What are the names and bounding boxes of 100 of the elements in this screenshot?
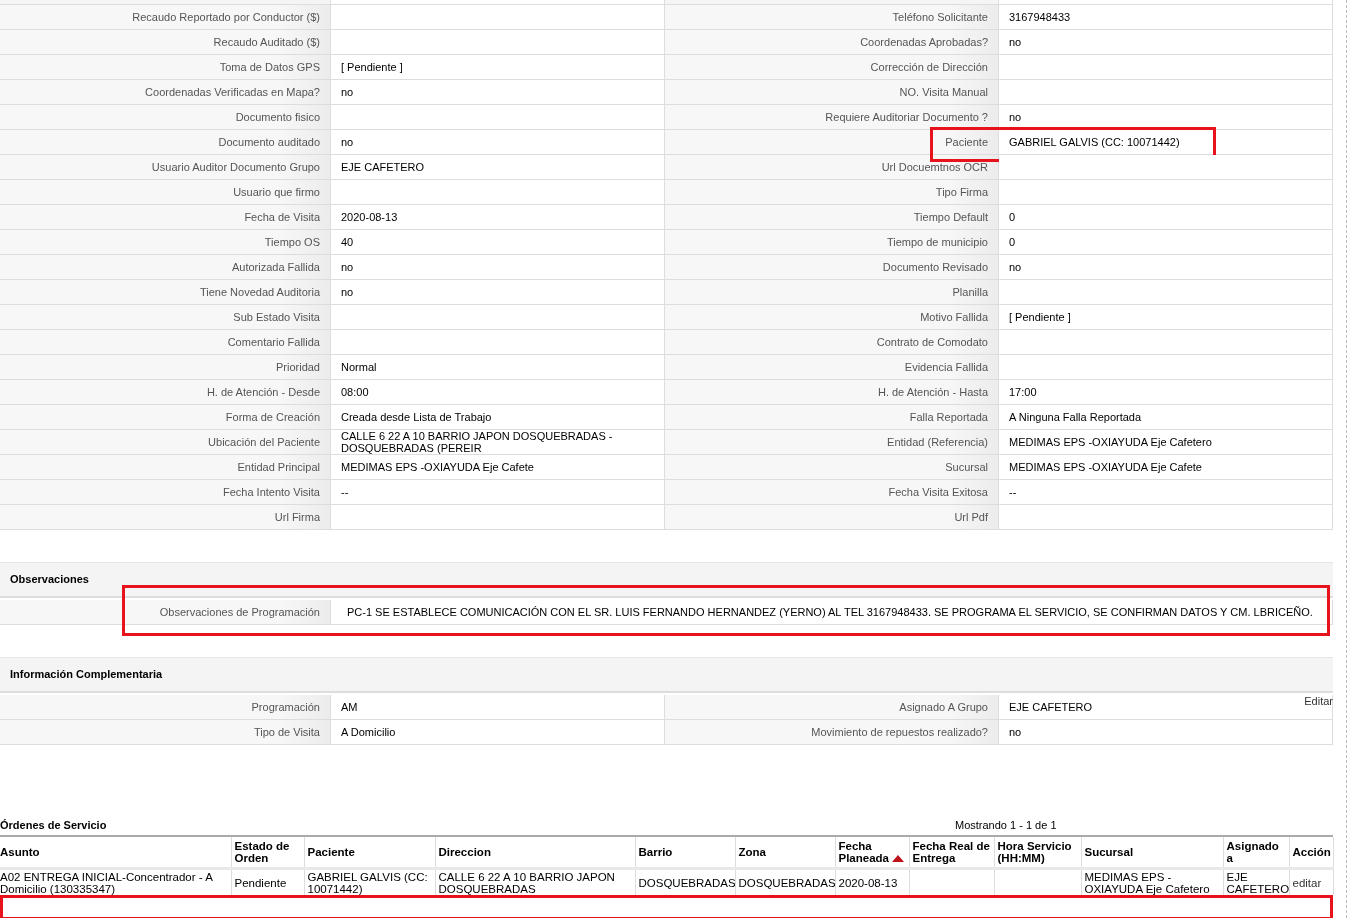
column-header[interactable]: Direccion (435, 837, 635, 869)
table-title: Órdenes de Servicio (0, 819, 108, 831)
field-label: Movimiento de repuestos realizado? (665, 720, 999, 745)
field-label: Teléfono Solicitante (665, 5, 999, 30)
field-label: Programación (0, 695, 331, 720)
field-value: MEDIMAS EPS -OXIAYUDA Eje Cafete (999, 455, 1333, 480)
field-value: no (331, 255, 665, 280)
field-label: NO. Visita Manual (665, 80, 999, 105)
field-value: Creada desde Lista de Trabajo (331, 405, 665, 430)
field-value: no (999, 255, 1333, 280)
field-value: no (331, 130, 665, 155)
field-label: Recaudo Reportado por Conductor ($) (0, 5, 331, 30)
field-label: Evidencia Fallida (665, 355, 999, 380)
column-header[interactable]: Sucursal (1081, 837, 1223, 869)
field-label: Documento fisico (0, 105, 331, 130)
field-value: 0 (999, 230, 1333, 255)
field-label: Coordenadas Aprobadas? (665, 30, 999, 55)
field-label: Usuario Auditor Documento Grupo (0, 155, 331, 180)
record-count: Mostrando 1 - 1 de 1 (955, 819, 1057, 831)
edit-link[interactable]: Editar (1304, 695, 1333, 707)
field-label: Fecha Visita Exitosa (665, 480, 999, 505)
field-value: [ Pendiente ] (999, 305, 1333, 330)
table-cell: 2020-08-13 (835, 868, 909, 895)
column-header[interactable]: Fecha Real de Entrega (909, 837, 994, 869)
field-label: Requiere Auditoriar Documento ? (665, 105, 999, 130)
column-header[interactable]: Estado de Orden (231, 837, 304, 869)
field-value: AM (331, 695, 665, 720)
field-value: 3167948433 (999, 5, 1333, 30)
field-value: CALLE 6 22 A 10 BARRIO JAPON DOSQUEBRADAS - DOSQUEBRADAS (PEREIR (331, 430, 665, 455)
field-label: Fecha Intento Visita (0, 480, 331, 505)
field-label: Tipo de Visita (0, 720, 331, 745)
field-value: [ Pendiente ] (331, 55, 665, 80)
field-label: Url Firma (0, 505, 331, 530)
field-label: Tiempo Default (665, 205, 999, 230)
table-cell: MEDIMAS EPS - OXIAYUDA Eje Cafetero (1081, 868, 1223, 895)
field-value: MEDIMAS EPS -OXIAYUDA Eje Cafetero (999, 430, 1333, 455)
field-label: Corrección de Dirección (665, 55, 999, 80)
field-label: Tiempo de municipio (665, 230, 999, 255)
field-label: Prioridad (0, 355, 331, 380)
edit-link[interactable]: editar (1292, 876, 1322, 889)
field-value: MEDIMAS EPS -OXIAYUDA Eje Cafete (331, 455, 665, 480)
field-value: 0 (999, 205, 1333, 230)
field-label: Tiempo OS (0, 230, 331, 255)
column-header[interactable]: Acción (1289, 837, 1333, 869)
field-label: Autorizada Fallida (0, 255, 331, 280)
field-label: Motivo Fallida (665, 305, 999, 330)
field-label: H. de Atención - Desde (0, 380, 331, 405)
column-header[interactable]: Zona (735, 837, 835, 869)
table-cell: EJE CAFETERO (1223, 868, 1289, 895)
column-header[interactable]: Fecha Planeada (835, 837, 909, 869)
field-label: Ubicación del Paciente (0, 430, 331, 455)
field-value: PC-1 SE ESTABLECE COMUNICACIÓN CON EL SR. LUIS FERNANDO HERNANDEZ (YERNO) AL TEL 3167948433. SE PROGRAMA EL SERVICIO, SE CONFIRMAN DATOS Y CM. LBRICEÑO. (331, 600, 1333, 625)
table-cell: GABRIEL GALVIS (CC: 10071442) (304, 868, 435, 895)
field-label: Falla Reportada (665, 405, 999, 430)
field-label: Usuario que firmo (0, 180, 331, 205)
field-label: Recaudo Auditado ($) (0, 30, 331, 55)
column-header[interactable]: Asunto (0, 837, 231, 869)
field-label: Tiene Novedad Auditoria (0, 280, 331, 305)
field-value: no (999, 30, 1333, 55)
field-value: 2020-08-13 (331, 205, 665, 230)
field-label: Asignado A Grupo (665, 695, 999, 720)
field-label: Planilla (665, 280, 999, 305)
field-value: no (331, 280, 665, 305)
field-label: Tipo Firma (665, 180, 999, 205)
table-cell: A02 ENTREGA INICIAL-Concentrador - A Domicilio (130335347) (0, 868, 231, 895)
field-value: -- (331, 480, 665, 505)
field-label: Comentario Fallida (0, 330, 331, 355)
field-label: Fecha de Visita (0, 205, 331, 230)
section-header: Información Complementaria (0, 657, 1333, 693)
field-label: Paciente (665, 130, 999, 155)
column-header[interactable]: Barrio (635, 837, 735, 869)
field-label: Url Docuemtnos OCR (665, 155, 999, 180)
field-label: Observaciones de Programación (0, 600, 331, 625)
field-label: Forma de Creación (0, 405, 331, 430)
field-value: no (999, 720, 1333, 745)
field-label: Documento auditado (0, 130, 331, 155)
field-value: 40 (331, 230, 665, 255)
field-label: Contrato de Comodato (665, 330, 999, 355)
field-value: A Domicilio (331, 720, 665, 745)
field-value: EJE CAFETERO (331, 155, 665, 180)
field-label: Entidad (Referencia) (665, 430, 999, 455)
field-label: Sub Estado Visita (0, 305, 331, 330)
field-value: 17:00 (999, 380, 1333, 405)
field-label: Toma de Datos GPS (0, 55, 331, 80)
field-label: H. de Atención - Hasta (665, 380, 999, 405)
field-label: Coordenadas Verificadas en Mapa? (0, 80, 331, 105)
field-value: A Ninguna Falla Reportada (999, 405, 1333, 430)
column-header[interactable]: Hora Servicio (HH:MM) (994, 837, 1081, 869)
field-value: no (331, 80, 665, 105)
field-value: 08:00 (331, 380, 665, 405)
field-label: Documento Revisado (665, 255, 999, 280)
section-header: Observaciones (0, 562, 1333, 598)
table-cell: Pendiente (231, 868, 304, 895)
field-label: Url Pdf (665, 505, 999, 530)
field-value: Normal (331, 355, 665, 380)
field-label: Entidad Principal (0, 455, 331, 480)
table-cell: CALLE 6 22 A 10 BARRIO JAPON DOSQUEBRADAS (435, 868, 635, 895)
column-header[interactable]: Paciente (304, 837, 435, 869)
column-header[interactable]: Asignado a (1223, 837, 1289, 869)
field-value: -- (999, 480, 1333, 505)
